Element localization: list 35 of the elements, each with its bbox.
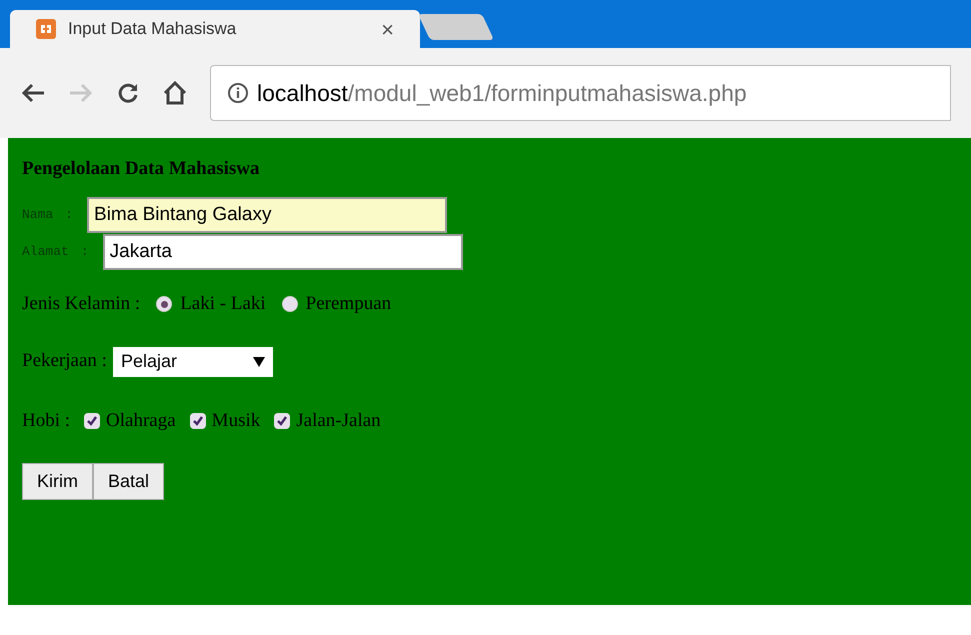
job-dropdown[interactable]: Pelajar — [112, 346, 273, 376]
colon-text: : — [80, 243, 89, 262]
text-input-field[interactable]: Jakarta — [102, 234, 463, 270]
home-icon[interactable] — [162, 80, 188, 106]
back-arrow-icon[interactable] — [20, 82, 46, 104]
checkbox-label: Olahraga — [106, 408, 176, 432]
field-label: Alamat — [22, 243, 69, 262]
browser-tab[interactable]: Input Data Mahasiswa × — [10, 10, 420, 48]
address-bar[interactable]: localhost/modul_web1/forminputmahasiswa.php — [210, 65, 951, 121]
app-logo-icon — [36, 19, 56, 39]
checkbox-label: Musik — [212, 408, 260, 432]
reload-icon[interactable] — [116, 81, 140, 105]
radio-label: Perempuan — [306, 292, 392, 316]
form-heading: Pengelolaan Data Mahasiswa — [22, 157, 260, 181]
field-label: Nama — [22, 206, 54, 224]
checkbox[interactable] — [84, 412, 100, 429]
info-icon[interactable] — [227, 82, 249, 104]
checkbox[interactable] — [190, 412, 206, 429]
radio-button[interactable] — [156, 296, 172, 312]
form-button[interactable]: Batal — [93, 463, 164, 500]
close-tab-button[interactable]: × — [381, 12, 394, 46]
dropdown-arrow-icon[interactable] — [252, 356, 265, 366]
job-label: Pekerjaan : — [22, 349, 107, 374]
text-input-field[interactable]: Bima Bintang Galaxy — [87, 197, 448, 233]
checkbox-label: Jalan-Jalan — [296, 408, 381, 432]
gender-label: Jenis Kelamin : — [22, 292, 140, 316]
hobby-label: Hobi : — [22, 408, 70, 432]
tab-title: Input Data Mahasiswa — [68, 18, 236, 40]
form-button[interactable]: Kirim — [22, 463, 93, 500]
radio-button[interactable] — [282, 296, 298, 312]
colon-text: : — [65, 206, 74, 224]
url-text: localhost/modul_web1/forminputmahasiswa.php — [257, 78, 747, 108]
checkbox[interactable] — [274, 412, 290, 429]
radio-label: Laki - Laki — [180, 292, 266, 316]
new-tab-button[interactable] — [418, 14, 494, 40]
